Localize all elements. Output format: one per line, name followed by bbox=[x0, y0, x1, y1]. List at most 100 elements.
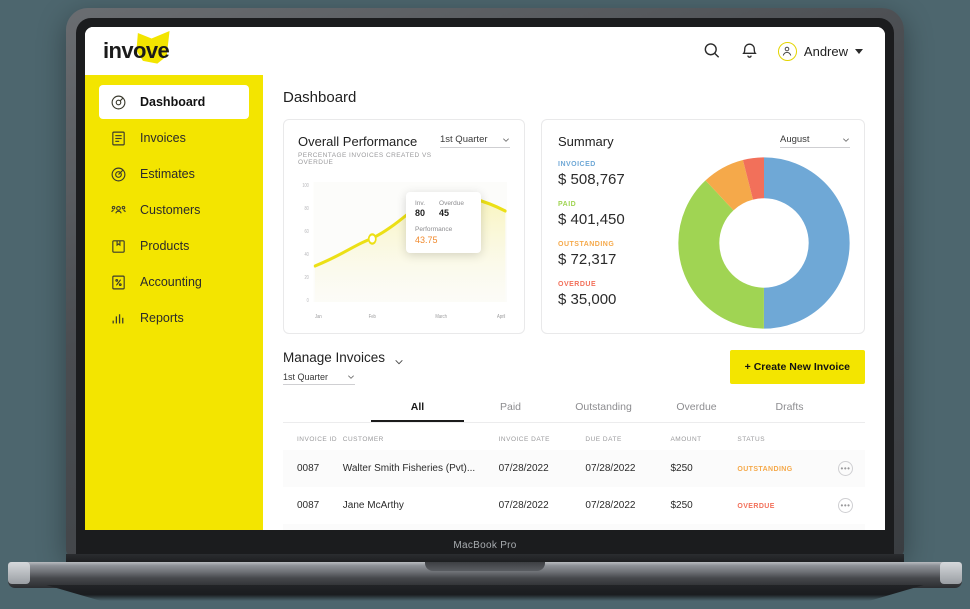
summary-card-header: Summary August bbox=[558, 134, 850, 149]
cell-invoice-id: 0087 bbox=[283, 524, 343, 530]
invoices-table-body: 0087 Walter Smith Fisheries (Pvt)... 07/… bbox=[283, 450, 865, 530]
sidebar-item-label: Invoices bbox=[140, 131, 186, 145]
sidebar-item-label: Reports bbox=[140, 311, 184, 325]
table-row[interactable]: 0087 Walter Smith Fisheries (Pvt)... 07/… bbox=[283, 450, 865, 487]
overall-performance-card: Overall Performance PERCENTAGE INVOICES … bbox=[283, 119, 525, 334]
donut-slice-overdue bbox=[678, 157, 850, 329]
percent-icon bbox=[110, 274, 127, 291]
sidebar-item-reports[interactable]: Reports bbox=[99, 301, 249, 335]
cell-customer: Davidson & Hatch bbox=[343, 524, 499, 530]
cell-actions: ••• bbox=[832, 524, 865, 530]
tab-outstanding[interactable]: Outstanding bbox=[557, 401, 650, 422]
svg-text:March: March bbox=[435, 314, 447, 321]
manage-invoices-header: Manage Invoices 1st Quarter + Create New… bbox=[283, 350, 865, 385]
stat-value: $ 508,767 bbox=[558, 171, 625, 188]
tab-drafts[interactable]: Drafts bbox=[743, 401, 836, 422]
summary-period-dropdown[interactable]: August bbox=[780, 134, 850, 148]
stat-label: OVERDUE bbox=[558, 281, 597, 288]
stat-value: $ 401,450 bbox=[558, 211, 625, 228]
cell-invoice-date: 07/28/2022 bbox=[498, 500, 549, 511]
tooltip-inv: Inv. 80 bbox=[415, 200, 425, 218]
cell-due-date: 07/28/2022 bbox=[585, 500, 636, 511]
performance-card-subtitle: PERCENTAGE INVOICES CREATED VS OVERDUE bbox=[298, 152, 432, 166]
user-menu[interactable]: Andrew bbox=[777, 41, 863, 61]
stat-label: INVOICED bbox=[558, 161, 596, 168]
ellipsis-icon[interactable]: ••• bbox=[838, 498, 853, 513]
svg-text:20: 20 bbox=[305, 275, 310, 281]
cell-status: PAID bbox=[737, 524, 831, 530]
app-logo[interactable]: invove bbox=[103, 31, 223, 71]
sidebar-item-customers[interactable]: Customers bbox=[99, 193, 249, 227]
status-badge: OUTSTANDING bbox=[737, 466, 793, 473]
tooltip-performance-label: Performance bbox=[415, 226, 453, 233]
col-amount: AMOUNT bbox=[670, 436, 702, 443]
col-status: STATUS bbox=[737, 436, 766, 443]
chevron-down-icon bbox=[502, 136, 510, 144]
laptop-lid: MacBook Pro invove Andrew Dashboard Invo… bbox=[66, 8, 904, 556]
laptop-foot-right bbox=[940, 562, 962, 584]
app-header: invove Andrew bbox=[85, 27, 885, 75]
ellipsis-icon[interactable]: ••• bbox=[838, 461, 853, 476]
page-title: Dashboard bbox=[283, 89, 357, 106]
cell-invoice-id: 0087 bbox=[297, 463, 320, 474]
cell-status: OUTSTANDING bbox=[737, 450, 831, 487]
performance-period-value: 1st Quarter bbox=[440, 134, 488, 145]
stat-label: PAID bbox=[558, 201, 577, 208]
invoices-period-dropdown[interactable]: 1st Quarter bbox=[283, 372, 355, 385]
manage-invoices-title-row[interactable]: Manage Invoices bbox=[283, 350, 403, 365]
svg-text:60: 60 bbox=[305, 229, 310, 235]
create-new-invoice-button[interactable]: + Create New Invoice bbox=[729, 350, 865, 384]
summary-donut-wrap bbox=[678, 157, 850, 329]
laptop-mockup: MacBook Pro invove Andrew Dashboard Invo… bbox=[0, 0, 970, 609]
box-icon bbox=[110, 238, 127, 255]
cell-amount: $250 bbox=[670, 500, 693, 511]
bell-icon[interactable] bbox=[740, 41, 760, 61]
sidebar-item-dashboard[interactable]: Dashboard bbox=[99, 85, 249, 119]
cell-amount: $250 bbox=[670, 463, 693, 474]
summary-stats: INVOICED $ 508,767 PAID $ 401,450 OUTSTA… bbox=[558, 157, 678, 329]
tooltip-overdue-value: 45 bbox=[439, 208, 450, 218]
manage-invoices-section: Manage Invoices 1st Quarter + Create New… bbox=[283, 350, 865, 530]
stat-overdue: OVERDUE $ 35,000 bbox=[558, 281, 678, 308]
table-header-row: INVOICE ID CUSTOMER INVOICE DATE DUE DAT… bbox=[283, 431, 865, 450]
search-icon[interactable] bbox=[702, 41, 722, 61]
invoices-period-value: 1st Quarter bbox=[283, 372, 329, 382]
tab-paid[interactable]: Paid bbox=[464, 401, 557, 422]
table-row[interactable]: 0087 Jane McArthy 07/28/2022 07/28/2022 … bbox=[283, 487, 865, 524]
target-icon bbox=[110, 166, 127, 183]
cell-due-date: 07/28/2022 bbox=[585, 463, 636, 474]
invoices-table-head: INVOICE ID CUSTOMER INVOICE DATE DUE DAT… bbox=[283, 431, 865, 450]
performance-period-dropdown[interactable]: 1st Quarter bbox=[440, 134, 510, 148]
tab-all[interactable]: All bbox=[371, 401, 464, 422]
logo-text: invove bbox=[103, 38, 170, 63]
summary-period-value: August bbox=[780, 134, 810, 145]
chevron-down-icon bbox=[842, 136, 850, 144]
sidebar-item-accounting[interactable]: Accounting bbox=[99, 265, 249, 299]
col-due-date: DUE DATE bbox=[585, 436, 622, 443]
sidebar: Dashboard Invoices Estimates Customers P… bbox=[85, 75, 263, 530]
laptop-bezel: MacBook Pro invove Andrew Dashboard Invo… bbox=[76, 18, 894, 556]
performance-highlight-point bbox=[367, 233, 377, 245]
performance-card-header: Overall Performance PERCENTAGE INVOICES … bbox=[298, 134, 510, 166]
invoices-table: INVOICE ID CUSTOMER INVOICE DATE DUE DAT… bbox=[283, 431, 865, 530]
summary-card-title: Summary bbox=[558, 134, 614, 149]
laptop-foot-left bbox=[8, 562, 30, 584]
summary-card: Summary August INVOICED $ 508,767 PAID $… bbox=[541, 119, 865, 334]
tooltip-inv-label: Inv. bbox=[415, 200, 425, 207]
tooltip-overdue: Overdue 45 bbox=[439, 200, 464, 218]
stat-invoiced: INVOICED $ 508,767 bbox=[558, 161, 678, 188]
cell-due-date: 07/28/2022 bbox=[585, 524, 670, 530]
sidebar-item-estimates[interactable]: Estimates bbox=[99, 157, 249, 191]
performance-chart: 100 80 60 40 20 0 Jan Feb March April In… bbox=[298, 176, 510, 326]
chevron-down-icon bbox=[347, 373, 355, 381]
user-name: Andrew bbox=[803, 43, 848, 59]
chevron-down-icon[interactable] bbox=[394, 354, 403, 364]
col-invoice-id: INVOICE ID bbox=[297, 436, 338, 443]
svg-text:Feb: Feb bbox=[369, 314, 376, 321]
svg-text:40: 40 bbox=[305, 252, 310, 258]
tab-overdue[interactable]: Overdue bbox=[650, 401, 743, 422]
invoice-tabs: All Paid Outstanding Overdue Drafts bbox=[283, 401, 865, 423]
table-row[interactable]: 0087 Davidson & Hatch 07/28/2022 07/28/2… bbox=[283, 524, 865, 530]
sidebar-item-products[interactable]: Products bbox=[99, 229, 249, 263]
sidebar-item-invoices[interactable]: Invoices bbox=[99, 121, 249, 155]
